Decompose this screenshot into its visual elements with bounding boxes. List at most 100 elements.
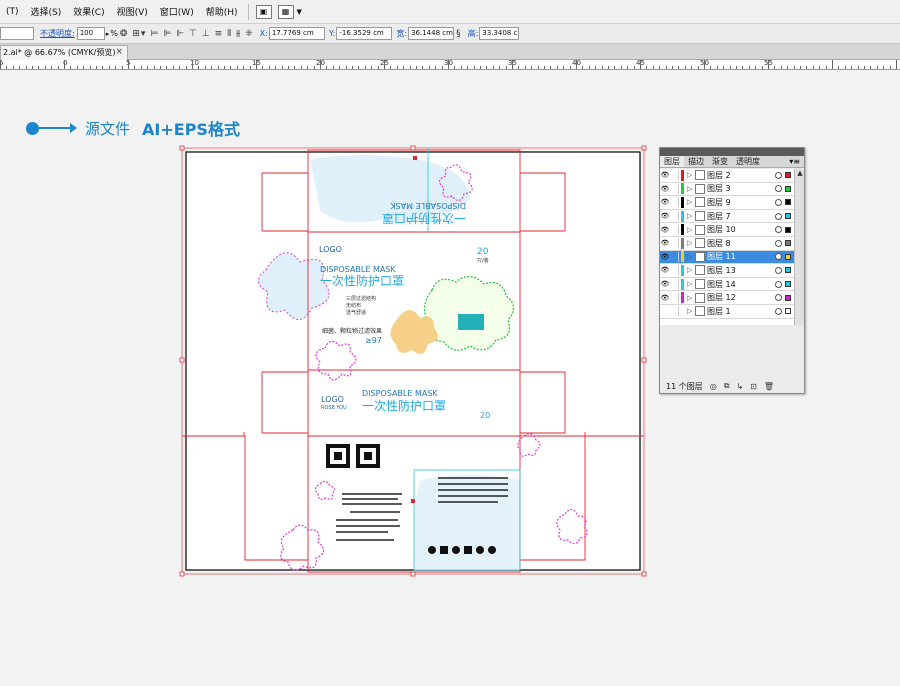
visibility-eye-icon[interactable]: 👁 <box>660 280 670 288</box>
scroll-up-icon[interactable]: ▲ <box>795 169 805 179</box>
opacity-label[interactable]: 不透明度: <box>40 28 75 39</box>
horizontal-ruler[interactable]: 5 0 5 10 15 20 25 30 35 40 45 50 55 <box>0 59 900 70</box>
layer-name[interactable]: 图层 13 <box>707 265 775 276</box>
layer-name[interactable]: 图层 3 <box>707 183 775 194</box>
width-input[interactable]: 36.1448 cm <box>408 27 455 40</box>
selection-square-icon[interactable] <box>785 185 791 192</box>
menu-select[interactable]: 选择(S) <box>25 5 68 18</box>
target-circle-icon[interactable] <box>775 198 782 206</box>
reference-point-icon[interactable]: ⁜ <box>245 29 254 39</box>
link-proportions-icon[interactable]: § <box>456 29 462 39</box>
expand-triangle-icon[interactable]: ▷ <box>687 198 695 206</box>
distribute-icon[interactable]: ≡ <box>215 29 224 39</box>
target-circle-icon[interactable] <box>775 266 782 274</box>
visibility-eye-icon[interactable]: 👁 <box>660 266 670 274</box>
lock-toggle[interactable] <box>670 238 679 249</box>
menu-effect[interactable]: 效果(C) <box>67 5 110 18</box>
target-circle-icon[interactable] <box>775 226 782 234</box>
selection-square-icon[interactable] <box>785 294 791 301</box>
expand-triangle-icon[interactable]: ▷ <box>687 212 695 220</box>
visibility-eye-icon[interactable]: 👁 <box>660 294 670 302</box>
opacity-input[interactable]: 100 <box>76 27 105 40</box>
selection-square-icon[interactable] <box>785 213 791 220</box>
x-input[interactable]: 17.7769 cm <box>268 27 325 40</box>
expand-triangle-icon[interactable]: ▷ <box>687 307 695 315</box>
target-circle-icon[interactable] <box>775 294 782 302</box>
layer-name[interactable]: 图层 14 <box>707 279 775 290</box>
align-right-icon[interactable]: ⊩ <box>176 29 185 39</box>
align-middle-icon[interactable]: ⊥ <box>202 29 211 39</box>
panel-titlebar[interactable] <box>660 148 804 156</box>
expand-triangle-icon[interactable]: ▷ <box>687 226 695 234</box>
layer-row[interactable]: 👁 ▷ 图层 12 <box>660 291 794 305</box>
target-circle-icon[interactable] <box>775 280 782 288</box>
make-clipping-mask-icon[interactable]: ⧉ <box>724 381 730 391</box>
layer-row[interactable]: 👁 ▷ 图层 3 <box>660 183 794 197</box>
layer-name[interactable]: 图层 10 <box>707 224 775 235</box>
visibility-eye-icon[interactable]: 👁 <box>660 185 670 193</box>
target-circle-icon[interactable] <box>775 307 782 315</box>
layer-name[interactable]: 图层 11 <box>707 251 775 262</box>
expand-triangle-icon[interactable]: ▷ <box>687 185 695 193</box>
lock-toggle[interactable] <box>670 292 679 303</box>
selection-square-icon[interactable] <box>785 267 791 274</box>
tab-layers[interactable]: 图层 <box>660 156 684 167</box>
layer-row[interactable]: 👁 ▷ 图层 7 <box>660 210 794 224</box>
distribute-h-icon[interactable]: ⫴ <box>227 29 232 39</box>
layer-name[interactable]: 图层 7 <box>707 211 775 222</box>
style-dropdown[interactable] <box>0 27 34 40</box>
recolor-icon[interactable]: ❂ <box>120 29 129 39</box>
lock-toggle[interactable] <box>670 265 679 276</box>
lock-toggle[interactable] <box>670 279 679 290</box>
lock-toggle[interactable] <box>670 251 679 262</box>
lock-toggle[interactable] <box>670 170 679 181</box>
menu-view[interactable]: 视图(V) <box>111 5 154 18</box>
selection-square-icon[interactable] <box>785 240 791 247</box>
lock-toggle[interactable] <box>670 306 679 317</box>
target-circle-icon[interactable] <box>775 253 782 261</box>
expand-triangle-icon[interactable]: ▷ <box>687 266 695 274</box>
selection-square-icon[interactable] <box>785 308 791 315</box>
close-icon[interactable]: × <box>115 46 123 59</box>
layer-name[interactable]: 图层 1 <box>707 306 775 317</box>
lock-toggle[interactable] <box>670 197 679 208</box>
layer-row[interactable]: 👁 ▷ 图层 14 <box>660 278 794 292</box>
new-sublayer-icon[interactable]: ↳ <box>736 382 743 391</box>
expand-triangle-icon[interactable]: ▷ <box>687 294 695 302</box>
target-circle-icon[interactable] <box>775 185 782 193</box>
visibility-eye-icon[interactable]: 👁 <box>660 171 670 179</box>
layer-name[interactable]: 图层 2 <box>707 170 775 181</box>
selection-square-icon[interactable] <box>785 199 791 206</box>
layer-row[interactable]: 👁 ▷ 图层 11 <box>660 250 794 265</box>
layer-name[interactable]: 图层 8 <box>707 238 775 249</box>
document-tab[interactable]: 2.ai* @ 66.67% (CMYK/预览) × <box>0 45 128 60</box>
tab-gradient[interactable]: 渐变 <box>708 156 732 167</box>
layer-row[interactable]: 👁 ▷ 图层 2 <box>660 169 794 183</box>
layer-name[interactable]: 图层 9 <box>707 197 775 208</box>
opacity-arrow-icon[interactable]: ▸ <box>106 30 110 38</box>
lock-toggle[interactable] <box>670 224 679 235</box>
expand-triangle-icon[interactable]: ▷ <box>687 239 695 247</box>
menu-window[interactable]: 窗口(W) <box>154 5 200 18</box>
visibility-eye-icon[interactable]: 👁 <box>660 212 670 220</box>
layer-row[interactable]: 👁 ▷ 图层 8 <box>660 237 794 251</box>
target-circle-icon[interactable] <box>775 171 782 179</box>
chevron-down-icon[interactable]: ▼ <box>297 8 302 16</box>
lock-toggle[interactable] <box>670 211 679 222</box>
menu-help[interactable]: 帮助(H) <box>200 5 244 18</box>
layer-list-scrollbar[interactable]: ▲ <box>794 169 804 325</box>
expand-triangle-icon[interactable]: ▷ <box>687 171 695 179</box>
height-input[interactable]: 33.3408 cm <box>479 27 520 40</box>
selection-square-icon[interactable] <box>785 281 791 288</box>
layer-row[interactable]: 👁 ▷ 图层 10 <box>660 223 794 237</box>
layer-row[interactable]: 👁 ▷ 图层 9 <box>660 196 794 210</box>
align-top-icon[interactable]: ⊤ <box>189 29 198 39</box>
tab-transparency[interactable]: 透明度 <box>732 156 764 167</box>
layer-row[interactable]: ▷ 图层 1 <box>660 305 794 319</box>
visibility-eye-icon[interactable]: 👁 <box>660 226 670 234</box>
distribute-v-icon[interactable]: ⫵ <box>236 29 241 39</box>
menu-type[interactable]: (T) <box>0 7 25 17</box>
locate-object-icon[interactable]: ◎ <box>710 382 717 391</box>
selection-square-icon[interactable] <box>785 253 791 260</box>
lock-toggle[interactable] <box>670 183 679 194</box>
